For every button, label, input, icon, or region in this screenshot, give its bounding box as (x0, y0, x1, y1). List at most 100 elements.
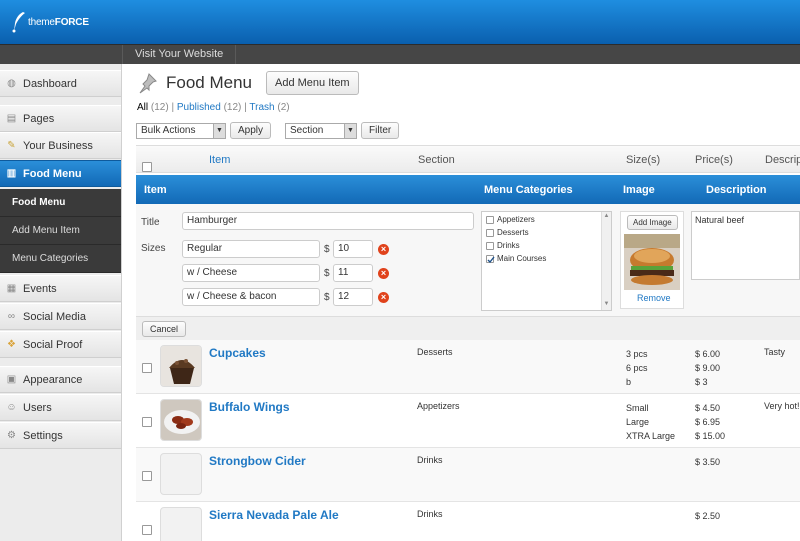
size-name-input[interactable]: w / Cheese (182, 264, 320, 282)
table-row[interactable]: Buffalo Wings Appetizers Small Large XTR… (136, 394, 800, 448)
sidebar-item-social-media[interactable]: ∞ Social Media (0, 303, 121, 330)
status-filters: All (12) | Published (12) | Trash (2) (137, 102, 290, 113)
item-section: Appetizers (417, 401, 460, 411)
category-drinks[interactable]: Drinks (486, 241, 520, 250)
category-checkbox-checked[interactable] (486, 254, 495, 263)
themeforce-logo[interactable]: theme FORCE (10, 8, 89, 36)
apply-button[interactable]: Apply (230, 122, 272, 139)
visit-website-link[interactable]: Visit Your Website (122, 45, 237, 64)
submenu-add-menu-item[interactable]: Add Menu Item (0, 217, 121, 245)
link-icon: ∞ (7, 311, 16, 322)
row-checkbox[interactable] (142, 525, 152, 538)
item-section: Drinks (417, 455, 443, 465)
logo-suffix: FORCE (54, 16, 89, 28)
price-value: $ 9.00 (695, 363, 721, 373)
filter-published[interactable]: Published (177, 102, 221, 113)
size-value: XTRA Large (626, 431, 676, 441)
submenu-menu-categories[interactable]: Menu Categories (0, 245, 121, 273)
sidebar-item-your-business[interactable]: ✎ Your Business (0, 132, 121, 159)
sidebar-item-appearance[interactable]: ▣ Appearance (0, 366, 121, 393)
empty-thumbnail (160, 507, 202, 541)
description-textarea[interactable]: Natural beef (691, 211, 800, 280)
sidebar-item-settings[interactable]: ⚙ Settings (0, 422, 121, 449)
categories-scrollbar[interactable]: ▲ ▼ (601, 212, 611, 310)
quick-edit-header: Item Menu Categories Image Description (136, 175, 800, 204)
size-name-input[interactable]: w / Cheese & bacon (182, 288, 320, 306)
size-price-input[interactable]: 12 (333, 288, 373, 306)
pages-icon: ▤ (6, 113, 17, 124)
category-label: Drinks (497, 241, 520, 250)
sidebar-item-food-menu[interactable]: ▥ Food Menu (0, 160, 121, 187)
chevron-down-icon: ▼ (344, 123, 357, 138)
size-name-input[interactable]: Regular (182, 240, 320, 258)
table-row[interactable]: Strongbow Cider Drinks $ 3.50 (136, 448, 800, 502)
item-description: Very hot! (764, 401, 800, 411)
item-name-link[interactable]: Cupcakes (209, 346, 266, 360)
table-header: Item Section Size(s) Price(s) Descript (136, 145, 800, 173)
row-checkbox[interactable] (142, 417, 152, 430)
submenu-food-menu[interactable]: Food Menu (0, 189, 121, 217)
category-checkbox[interactable] (486, 228, 494, 237)
edit-header-categories: Menu Categories (484, 184, 573, 196)
chevron-down-icon: ▼ (213, 123, 225, 138)
column-section: Section (418, 154, 455, 166)
title-input[interactable]: Hamburger (182, 212, 474, 230)
price-value: $ 6.95 (695, 417, 721, 427)
sidebar-item-label: Settings (23, 429, 63, 442)
column-item[interactable]: Item (209, 154, 230, 166)
filter-button[interactable]: Filter (361, 122, 400, 139)
bulk-actions-select[interactable]: Bulk Actions ▼ (136, 122, 226, 139)
filter-all[interactable]: All (137, 102, 148, 113)
sidebar-item-dashboard[interactable]: ◍ Dashboard (0, 70, 121, 97)
category-desserts[interactable]: Desserts (486, 228, 529, 237)
category-checkbox[interactable] (486, 241, 494, 250)
delete-size-icon[interactable]: × (378, 244, 389, 255)
bulk-actions-value: Bulk Actions (141, 124, 196, 136)
remove-image-link[interactable]: Remove (637, 293, 671, 303)
cupcake-image (161, 346, 201, 386)
section-select[interactable]: Section ▼ (285, 122, 358, 139)
category-main-courses[interactable]: Main Courses (486, 254, 546, 263)
table-row[interactable]: Cupcakes Desserts 3 pcs 6 pcs b $ 6.00 $… (136, 340, 800, 394)
sidebar-item-label: Appearance (23, 373, 83, 386)
sidebar-item-users[interactable]: ☺ Users (0, 394, 121, 421)
sidebar-item-social-proof[interactable]: ❖ Social Proof (0, 331, 121, 358)
category-label: Main Courses (497, 254, 547, 263)
users-icon: ☺ (6, 402, 17, 413)
dashboard-icon: ◍ (7, 78, 16, 89)
item-sizes: 3 pcs 6 pcs b (626, 347, 648, 389)
cupcake-thumbnail (160, 345, 202, 387)
sidebar-item-label: Users (23, 401, 52, 414)
item-section: Desserts (417, 347, 453, 357)
item-name-link[interactable]: Strongbow Cider (209, 454, 306, 468)
item-name-link[interactable]: Sierra Nevada Pale Ale (209, 508, 339, 522)
filter-separator: | (171, 102, 175, 113)
category-label: Appetizers (497, 215, 535, 224)
hamburger-image (624, 234, 680, 290)
size-value: 6 pcs (626, 363, 648, 373)
row-checkbox[interactable] (142, 363, 152, 376)
sidebar-item-events[interactable]: ▦ Events (0, 275, 121, 302)
list-toolbar: Bulk Actions ▼ Apply Section ▼ Filter (136, 122, 400, 139)
item-prices: $ 3.50 (695, 455, 720, 469)
page-header: Food Menu Add Menu Item (136, 70, 359, 96)
category-checkbox[interactable] (486, 215, 494, 224)
pushpin-icon (139, 73, 157, 94)
row-checkbox[interactable] (142, 471, 152, 484)
size-price-input[interactable]: 10 (333, 240, 373, 258)
sidebar-item-label: Dashboard (23, 77, 77, 90)
price-value: $ 4.50 (695, 403, 721, 413)
add-image-button[interactable]: Add Image (627, 215, 678, 230)
sidebar-item-pages[interactable]: ▤ Pages (0, 105, 121, 132)
item-name-link[interactable]: Buffalo Wings (209, 400, 290, 414)
calendar-icon: ▦ (6, 283, 17, 294)
size-price-input[interactable]: 11 (333, 264, 373, 282)
table-row[interactable]: Sierra Nevada Pale Ale Drinks $ 2.50 (136, 502, 800, 541)
category-appetizers[interactable]: Appetizers (486, 215, 535, 224)
delete-size-icon[interactable]: × (378, 292, 389, 303)
delete-size-icon[interactable]: × (378, 268, 389, 279)
filter-trash[interactable]: Trash (249, 102, 274, 113)
book-icon: ▥ (6, 168, 17, 179)
add-menu-item-button[interactable]: Add Menu Item (266, 71, 359, 95)
cancel-button[interactable]: Cancel (142, 321, 187, 337)
